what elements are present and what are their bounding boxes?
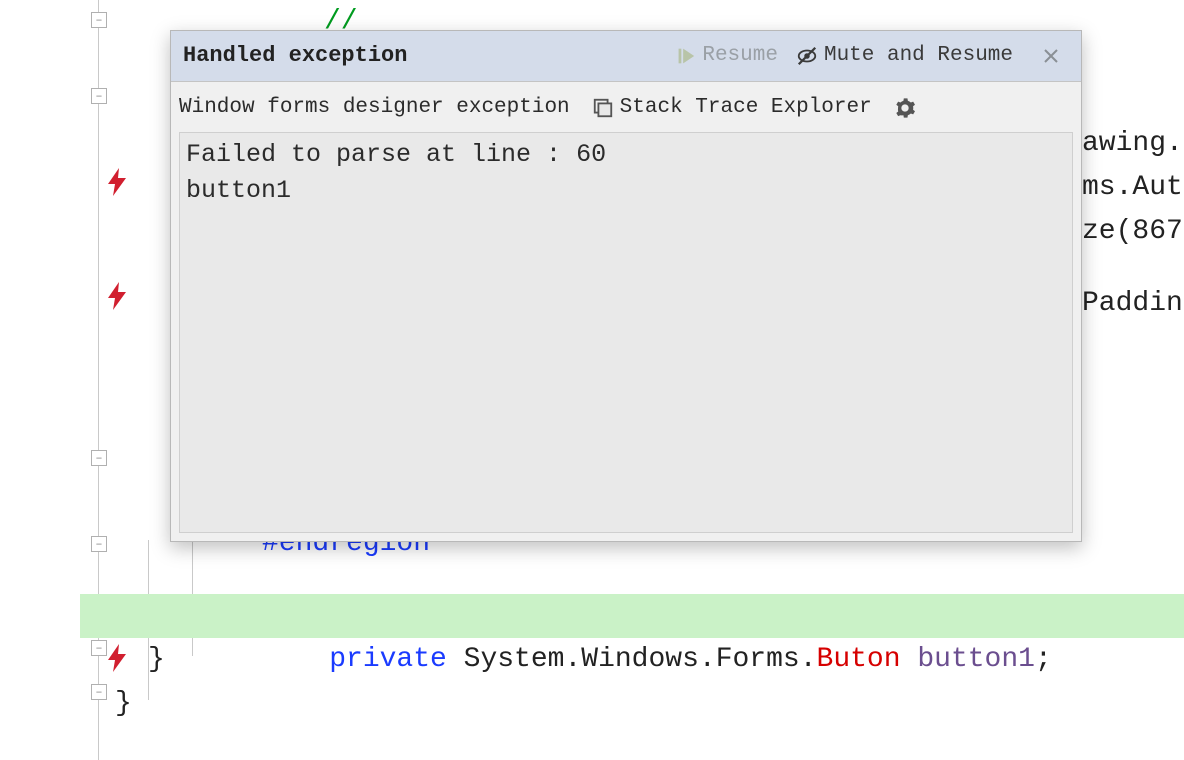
popup-toolbar: Window forms designer exception Stack Tr… (171, 82, 1081, 130)
code-editor[interactable]: – – – – – – // awing. ms.Aut ze(867 Padd… (0, 0, 1184, 760)
popup-titlebar: Handled exception Resume Mute and Resume (171, 31, 1081, 82)
exception-marker-icon[interactable] (38, 238, 62, 266)
fold-toggle[interactable]: – (91, 88, 107, 104)
mute-resume-label: Mute and Resume (824, 34, 1013, 78)
stack-trace-button[interactable]: Stack Trace Explorer (592, 86, 872, 130)
resume-button[interactable]: Resume (674, 34, 778, 78)
code-token: Paddin (1082, 282, 1184, 326)
code-token: ms.Aut (1082, 166, 1184, 210)
fold-toggle[interactable]: – (91, 536, 107, 552)
resume-label: Resume (702, 34, 778, 78)
code-token-brace: } (115, 682, 1184, 726)
exception-marker-icon[interactable] (38, 600, 62, 628)
exception-subtitle: Window forms designer exception (179, 86, 570, 130)
play-skip-icon (674, 45, 696, 67)
gear-icon (894, 97, 916, 119)
settings-button[interactable] (894, 97, 922, 119)
fold-toggle[interactable]: – (91, 12, 107, 28)
code-token: ze(867 (1082, 210, 1184, 254)
code-token: awing. (1082, 122, 1184, 166)
exception-popup: Handled exception Resume Mute and Resume… (170, 30, 1082, 542)
close-icon (1043, 48, 1059, 64)
exception-message[interactable]: Failed to parse at line : 60 button1 (179, 132, 1073, 533)
fold-toggle[interactable]: – (91, 684, 107, 700)
exception-marker-icon[interactable] (38, 124, 62, 152)
popup-title: Handled exception (183, 34, 407, 78)
mute-eye-icon (796, 45, 818, 67)
fold-toggle[interactable]: – (91, 450, 107, 466)
close-button[interactable] (1033, 38, 1069, 74)
code-token-brace: } (148, 638, 1184, 682)
mute-resume-button[interactable]: Mute and Resume (796, 34, 1013, 78)
stack-trace-label: Stack Trace Explorer (620, 86, 872, 130)
stack-trace-icon (592, 97, 614, 119)
